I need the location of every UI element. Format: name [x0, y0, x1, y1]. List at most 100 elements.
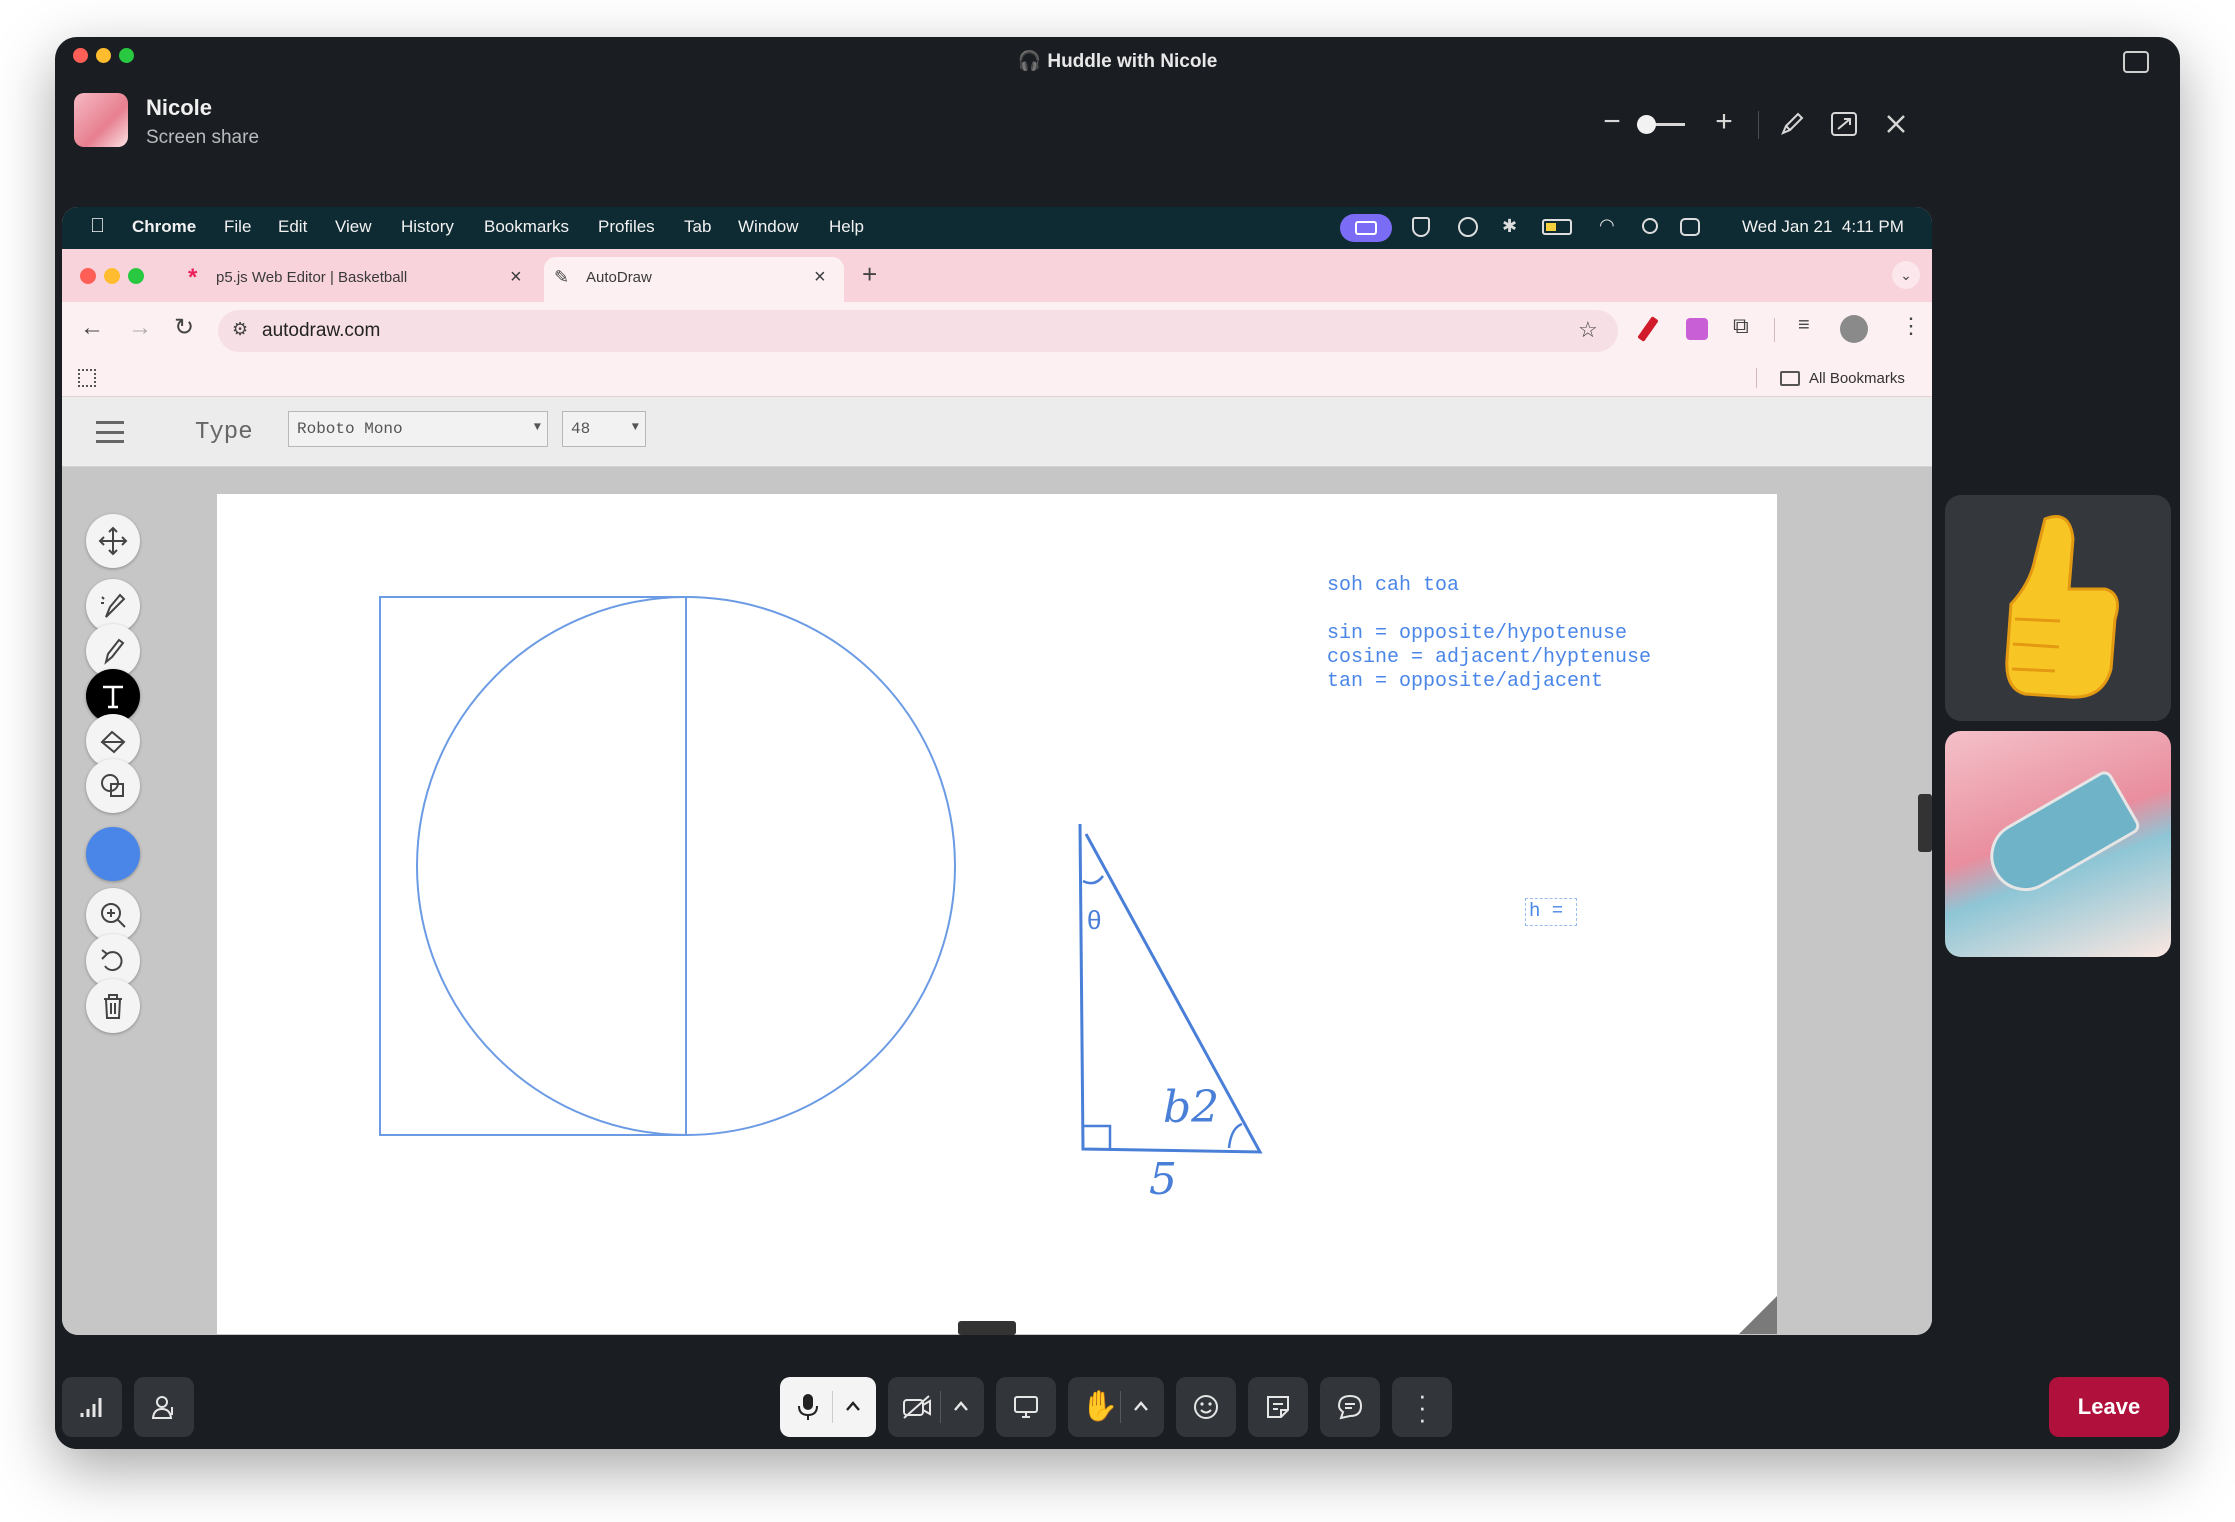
mac-menubar:  Chrome File Edit View History Bookmark… — [62, 207, 1932, 249]
extensions-puzzle-icon[interactable]: ⧉ — [1733, 313, 1749, 339]
size-select[interactable]: 48 ▼ — [562, 411, 646, 447]
address-bar[interactable]: ⚙ autodraw.com ☆ — [218, 310, 1618, 352]
size-select-value: 48 — [571, 420, 591, 438]
menu-window[interactable]: Window — [738, 217, 798, 237]
popout-icon[interactable] — [2123, 51, 2149, 73]
battery-icon[interactable] — [1542, 219, 1572, 235]
control-center-icon[interactable] — [1680, 218, 1700, 236]
divider — [832, 1391, 833, 1423]
tab-search-icon[interactable]: ⌄ — [1892, 261, 1920, 289]
connection-stats-button[interactable] — [62, 1377, 122, 1437]
browser-close-button[interactable] — [80, 268, 96, 284]
chevron-up-icon[interactable] — [1132, 1399, 1150, 1413]
bookmark-star-icon[interactable]: ☆ — [1578, 317, 1598, 343]
tab-close-icon[interactable]: × — [510, 266, 522, 289]
handwriting-theta: θ — [1087, 905, 1102, 935]
mode-label: Type — [195, 419, 253, 446]
zoom-slider[interactable] — [1637, 115, 1685, 134]
move-tool-button[interactable] — [86, 514, 140, 568]
more-options-button[interactable]: · · · — [1392, 1377, 1452, 1437]
scrollbar-bottom[interactable] — [958, 1321, 1016, 1335]
scrollbar-right[interactable] — [1918, 794, 1932, 852]
paint-bucket-icon — [100, 730, 126, 754]
drawn-right-angle — [1083, 1124, 1112, 1150]
media-control-icon[interactable]: ≡ — [1798, 314, 1810, 337]
chevron-up-icon[interactable] — [844, 1399, 862, 1413]
profile-avatar[interactable] — [1840, 315, 1868, 343]
autodraw-stage: θ b2 5 soh cah toa sin = opposite/hypote… — [62, 467, 1932, 1335]
raise-hand-button[interactable]: ✋ — [1068, 1377, 1164, 1437]
menu-bookmarks[interactable]: Bookmarks — [484, 217, 569, 237]
invite-people-button[interactable] — [134, 1377, 194, 1437]
text-line: tan = opposite/adjacent — [1327, 670, 1604, 693]
tab-autodraw[interactable]: ✎ AutoDraw × — [544, 257, 844, 302]
menu-tab[interactable]: Tab — [684, 217, 711, 237]
text-icon — [103, 685, 123, 709]
menu-view[interactable]: View — [335, 217, 372, 237]
back-icon[interactable]: ← — [80, 314, 104, 342]
drawing-canvas[interactable]: θ b2 5 soh cah toa sin = opposite/hypote… — [217, 494, 1777, 1334]
extension-purple-icon[interactable] — [1686, 318, 1708, 340]
wifi-icon[interactable]: ◠ — [1599, 215, 1615, 236]
share-screen-button[interactable] — [996, 1377, 1056, 1437]
zoom-slider-handle[interactable] — [1637, 115, 1656, 134]
menu-history[interactable]: History — [401, 217, 454, 237]
browser-minimize-button[interactable] — [104, 268, 120, 284]
color-picker-button[interactable] — [86, 827, 140, 881]
browser-zoom-button[interactable] — [128, 268, 144, 284]
divider — [1758, 111, 1759, 139]
bluetooth-icon[interactable]: ✱ — [1502, 216, 1517, 237]
tab-p5js[interactable]: * p5.js Web Editor | Basketball × — [180, 257, 540, 302]
text-line: sin = opposite/hypotenuse — [1327, 622, 1628, 645]
text-input-box[interactable]: h = — [1525, 898, 1577, 926]
menu-help[interactable]: Help — [829, 217, 864, 237]
bookmarks-bar: All Bookmarks — [62, 360, 1932, 397]
menu-profiles[interactable]: Profiles — [598, 217, 655, 237]
mic-button[interactable] — [780, 1377, 876, 1437]
menu-edit[interactable]: Edit — [278, 217, 307, 237]
participant-video-tile — [1945, 731, 2171, 957]
shape-tool-button[interactable] — [86, 759, 140, 813]
tab-close-icon[interactable]: × — [814, 266, 826, 289]
reactions-button[interactable] — [1176, 1377, 1236, 1437]
zoom-out-button[interactable]: − — [1597, 107, 1627, 137]
apple-icon[interactable]:  — [90, 215, 105, 238]
shield-icon[interactable] — [1412, 217, 1430, 237]
leave-button[interactable]: Leave — [2049, 1377, 2169, 1437]
all-bookmarks[interactable]: All Bookmarks — [1809, 370, 1905, 387]
draw-pencil-icon[interactable] — [1778, 110, 1806, 138]
video-button[interactable] — [888, 1377, 984, 1437]
close-icon[interactable] — [1885, 113, 1907, 135]
search-icon[interactable] — [1642, 218, 1658, 234]
menu-file[interactable]: File — [224, 217, 251, 237]
reload-icon[interactable]: ↻ — [174, 313, 194, 342]
delete-button[interactable] — [86, 979, 140, 1033]
chevron-up-icon[interactable] — [952, 1399, 970, 1413]
fullscreen-icon[interactable] — [1830, 111, 1858, 137]
canvas-text-block[interactable]: soh cah toa sin = opposite/hypotenuse co… — [1327, 574, 1651, 694]
add-person-icon — [151, 1396, 173, 1419]
menu-app[interactable]: Chrome — [132, 217, 196, 237]
extension-pen-icon[interactable] — [1637, 316, 1659, 342]
more-menu-icon[interactable]: ⋮ — [1900, 313, 1922, 339]
hamburger-menu-icon[interactable] — [96, 421, 124, 443]
zoom-in-button[interactable]: + — [1709, 107, 1739, 137]
notes-button[interactable] — [1248, 1377, 1308, 1437]
forward-icon[interactable]: → — [128, 314, 152, 342]
asterisk-icon: * — [188, 264, 198, 291]
site-settings-icon[interactable]: ⚙ — [232, 319, 248, 340]
folder-icon[interactable] — [1780, 371, 1800, 386]
resize-corner-icon[interactable] — [1739, 1296, 1777, 1334]
apps-grid-icon[interactable] — [78, 369, 96, 387]
text-input-value[interactable]: h = — [1529, 900, 1563, 922]
thread-button[interactable] — [1320, 1377, 1380, 1437]
new-tab-button[interactable]: + — [862, 259, 877, 290]
menubar-clock[interactable]: Wed Jan 21 4:11 PM — [1742, 217, 1904, 237]
thumbs-up-icon — [2005, 515, 2119, 699]
screen-share-status-icon[interactable] — [1340, 214, 1392, 242]
browser-tabstrip: * p5.js Web Editor | Basketball × ✎ Auto… — [62, 249, 1932, 302]
font-select[interactable]: Roboto Mono ▼ — [288, 411, 548, 447]
play-icon[interactable] — [1458, 217, 1478, 237]
reaction-tile — [1945, 495, 2171, 721]
url-text[interactable]: autodraw.com — [262, 320, 380, 342]
